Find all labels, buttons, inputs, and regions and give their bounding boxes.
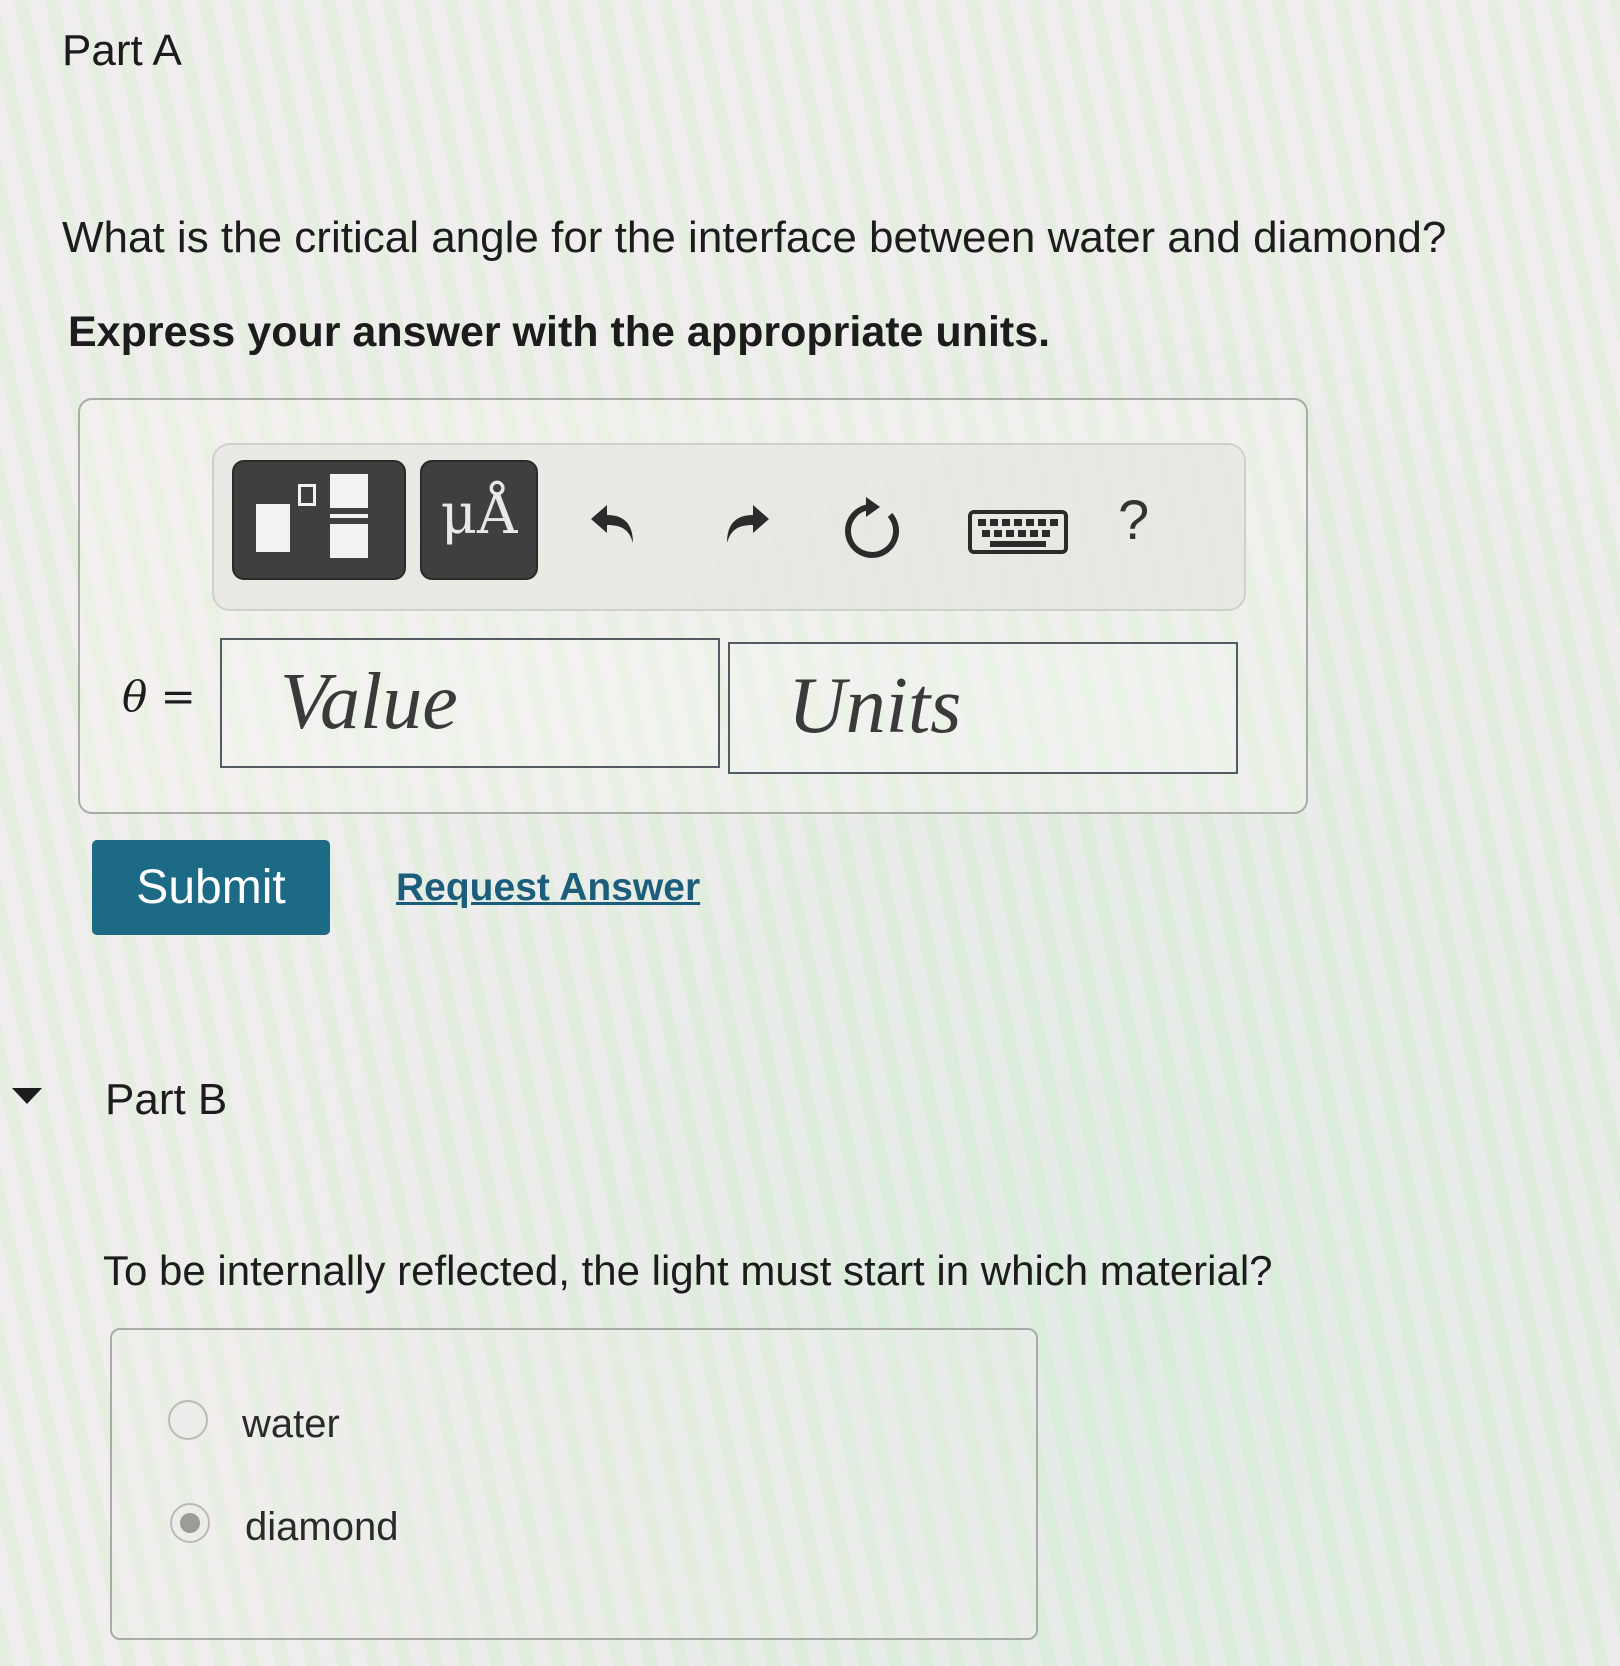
part-b-question: To be internally reflected, the light mu… xyxy=(103,1247,1273,1294)
help-button[interactable]: ? xyxy=(1118,492,1149,548)
option-label-diamond[interactable]: diamond xyxy=(245,1505,398,1550)
undo-icon[interactable] xyxy=(585,495,645,555)
variable-label: θ = xyxy=(122,672,196,721)
reset-icon[interactable] xyxy=(840,495,910,565)
templates-button[interactable] xyxy=(232,460,406,580)
radio-diamond[interactable] xyxy=(170,1503,210,1543)
units-button-label: μÅ xyxy=(440,482,518,547)
radio-water[interactable] xyxy=(168,1400,208,1440)
part-a-instruction: Express your answer with the appropriate… xyxy=(68,308,1051,356)
collapse-triangle-icon[interactable] xyxy=(12,1088,42,1104)
part-b-title[interactable]: Part B xyxy=(105,1075,227,1125)
value-input[interactable]: Value xyxy=(220,638,720,768)
part-a-question: What is the critical angle for the inter… xyxy=(62,213,1447,262)
options-panel xyxy=(110,1328,1038,1640)
submit-button[interactable]: Submit xyxy=(92,840,330,935)
redo-icon[interactable] xyxy=(715,495,775,555)
option-label-water[interactable]: water xyxy=(242,1402,340,1447)
request-answer-link[interactable]: Request Answer xyxy=(396,866,700,910)
units-input[interactable]: Units xyxy=(728,642,1238,774)
keyboard-icon[interactable] xyxy=(968,510,1068,554)
units-button[interactable]: μÅ xyxy=(420,460,538,580)
part-a-title: Part A xyxy=(62,26,182,75)
